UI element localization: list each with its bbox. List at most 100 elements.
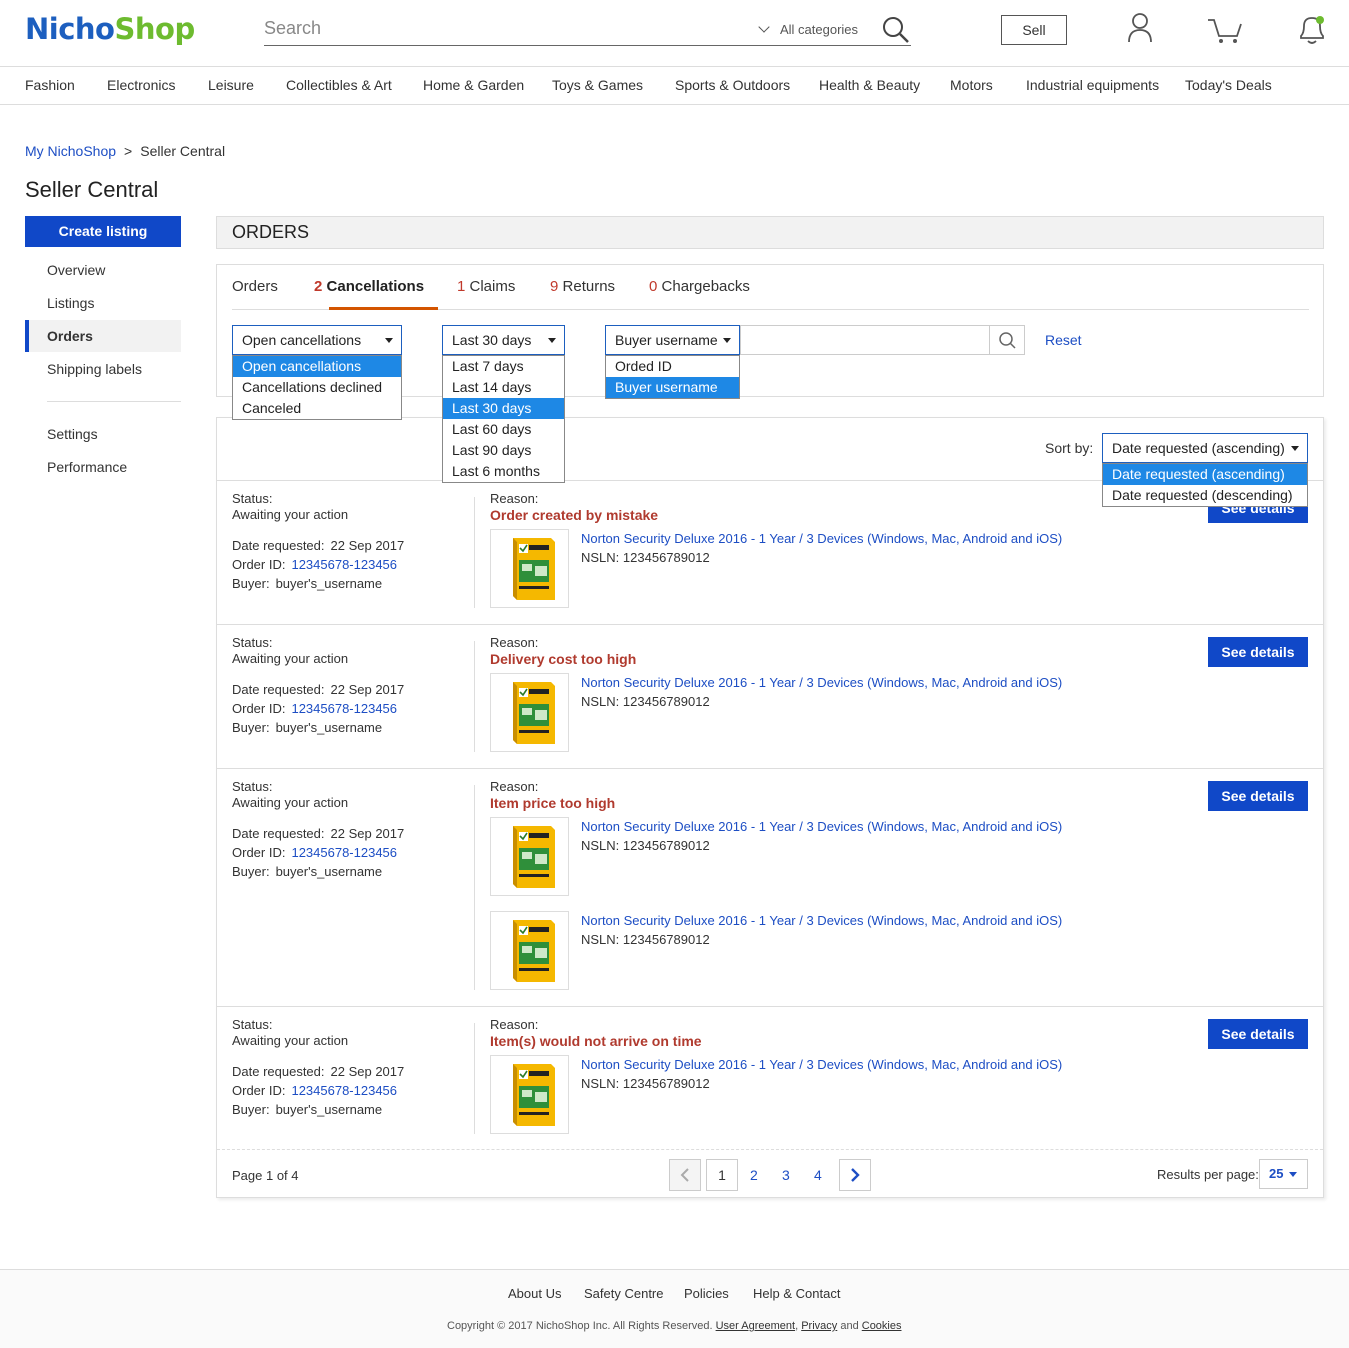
tab-returns[interactable]: 9 Returns xyxy=(550,278,615,295)
cancellation-row: Status: Awaiting your action Date reques… xyxy=(217,1006,1323,1149)
cart-icon[interactable] xyxy=(1206,12,1244,44)
keyword-search-button[interactable] xyxy=(989,325,1025,355)
privacy-link[interactable]: Privacy xyxy=(801,1320,837,1332)
date-requested: Date requested: 22 Sep 2017 xyxy=(232,1064,405,1079)
page-number-current[interactable]: 1 xyxy=(706,1159,738,1191)
product-title-link[interactable]: Norton Security Deluxe 2016 - 1 Year / 3… xyxy=(581,531,1062,546)
order-id-link[interactable]: 12345678-123456 xyxy=(291,557,397,572)
breadcrumb-current: Seller Central xyxy=(140,143,226,159)
category-nav: Fashion Electronics Leisure Collectibles… xyxy=(0,67,1349,105)
prev-page-button[interactable] xyxy=(669,1159,701,1191)
order-id-link[interactable]: 12345678-123456 xyxy=(291,845,397,860)
sidebar-item-overview[interactable]: Overview xyxy=(25,254,181,286)
product-nsln: NSLN: 123456789012 xyxy=(581,550,710,565)
user-agreement-link[interactable]: User Agreement xyxy=(716,1320,795,1332)
page-number[interactable]: 3 xyxy=(782,1167,790,1183)
dropdown-option[interactable]: Last 60 days xyxy=(443,419,564,440)
order-id-link[interactable]: 12345678-123456 xyxy=(291,701,397,716)
norton-box-icon xyxy=(513,826,555,888)
sidebar-item-orders[interactable]: Orders xyxy=(25,320,181,352)
period-select[interactable]: Last 30 days xyxy=(442,325,565,355)
breadcrumb: My NichoShop > Seller Central xyxy=(25,143,225,159)
tab-orders[interactable]: Orders xyxy=(232,278,278,295)
category-link[interactable]: Today's Deals xyxy=(1185,77,1272,93)
dropdown-option[interactable]: Open cancellations xyxy=(233,356,401,377)
product-title-link[interactable]: Norton Security Deluxe 2016 - 1 Year / 3… xyxy=(581,1057,1062,1072)
see-details-button[interactable]: See details xyxy=(1208,781,1308,811)
footer-link-help[interactable]: Help & Contact xyxy=(753,1286,840,1301)
cancellation-type-select[interactable]: Open cancellations xyxy=(232,325,402,355)
create-listing-button[interactable]: Create listing xyxy=(25,216,181,247)
breadcrumb-separator: > xyxy=(124,143,133,159)
dropdown-option[interactable]: Cancellations declined xyxy=(233,377,401,398)
product-thumbnail[interactable] xyxy=(490,817,569,896)
footer-link-about[interactable]: About Us xyxy=(508,1286,561,1301)
dropdown-option[interactable]: Date requested (descending) xyxy=(1103,485,1307,506)
category-link[interactable]: Leisure xyxy=(208,77,254,93)
category-link[interactable]: Collectibles & Art xyxy=(286,77,392,93)
sell-button[interactable]: Sell xyxy=(1001,15,1067,45)
category-link[interactable]: Home & Garden xyxy=(423,77,524,93)
product-thumbnail[interactable] xyxy=(490,911,569,990)
dropdown-option[interactable]: Canceled xyxy=(233,398,401,419)
next-page-button[interactable] xyxy=(839,1159,871,1191)
product-thumbnail[interactable] xyxy=(490,673,569,752)
order-id: Order ID: 12345678-123456 xyxy=(232,701,398,716)
dropdown-option[interactable]: Last 6 months xyxy=(443,461,564,482)
category-link[interactable]: Electronics xyxy=(107,77,175,93)
dropdown-option[interactable]: Last 7 days xyxy=(443,356,564,377)
reset-link[interactable]: Reset xyxy=(1045,332,1082,348)
page-number[interactable]: 4 xyxy=(814,1167,822,1183)
see-details-button[interactable]: See details xyxy=(1208,1019,1308,1049)
category-link[interactable]: Industrial equipments xyxy=(1026,77,1159,93)
category-select[interactable]: All categories xyxy=(758,21,858,37)
product-title-link[interactable]: Norton Security Deluxe 2016 - 1 Year / 3… xyxy=(581,675,1062,690)
dropdown-option[interactable]: Buyer username xyxy=(606,377,739,398)
category-link[interactable]: Health & Beauty xyxy=(819,77,920,93)
tab-chargebacks[interactable]: 0 Chargebacks xyxy=(649,278,750,295)
sort-select[interactable]: Date requested (ascending) xyxy=(1102,433,1308,463)
tab-cancellations[interactable]: 2 Cancellations xyxy=(314,278,424,295)
user-icon[interactable] xyxy=(1126,12,1154,44)
search-input[interactable] xyxy=(264,18,744,39)
order-item: Norton Security Deluxe 2016 - 1 Year / 3… xyxy=(490,1055,1190,1135)
category-link[interactable]: Fashion xyxy=(25,77,75,93)
see-details-button[interactable]: See details xyxy=(1208,637,1308,667)
sidebar-item-shipping-labels[interactable]: Shipping labels xyxy=(25,353,181,385)
site-logo[interactable]: NichoShop xyxy=(25,12,195,46)
tab-claims[interactable]: 1 Claims xyxy=(457,278,515,295)
product-title-link[interactable]: Norton Security Deluxe 2016 - 1 Year / 3… xyxy=(581,819,1062,834)
product-thumbnail[interactable] xyxy=(490,529,569,608)
reason-value: Order created by mistake xyxy=(490,507,659,523)
footer-link-policies[interactable]: Policies xyxy=(684,1286,729,1301)
dropdown-option[interactable]: Last 90 days xyxy=(443,440,564,461)
bell-icon[interactable] xyxy=(1296,12,1328,46)
sidebar-item-listings[interactable]: Listings xyxy=(25,287,181,319)
dropdown-option[interactable]: Last 30 days xyxy=(443,398,564,419)
keyword-input[interactable] xyxy=(740,325,990,355)
product-title-link[interactable]: Norton Security Deluxe 2016 - 1 Year / 3… xyxy=(581,913,1062,928)
dropdown-option[interactable]: Orded ID xyxy=(606,356,739,377)
category-link[interactable]: Toys & Games xyxy=(552,77,643,93)
search-icon[interactable] xyxy=(882,16,910,44)
dropdown-option[interactable]: Date requested (ascending) xyxy=(1103,464,1307,485)
page-number[interactable]: 2 xyxy=(750,1167,758,1183)
caret-down-icon xyxy=(723,338,731,343)
sidebar-item-settings[interactable]: Settings xyxy=(25,418,181,450)
order-item: Norton Security Deluxe 2016 - 1 Year / 3… xyxy=(490,673,1190,753)
column-divider xyxy=(474,497,475,608)
category-link[interactable]: Sports & Outdoors xyxy=(675,77,790,93)
category-link[interactable]: Motors xyxy=(950,77,993,93)
cancellation-row: Status: Awaiting your action Date reques… xyxy=(217,624,1323,768)
reason-label: Reason: xyxy=(490,779,539,794)
copyright: Copyright © 2017 NichoShop Inc. All Righ… xyxy=(447,1320,902,1332)
product-thumbnail[interactable] xyxy=(490,1055,569,1134)
breadcrumb-home-link[interactable]: My NichoShop xyxy=(25,143,116,159)
footer-link-safety[interactable]: Safety Centre xyxy=(584,1286,664,1301)
sidebar-item-performance[interactable]: Performance xyxy=(25,451,181,483)
search-by-select[interactable]: Buyer username xyxy=(605,325,740,355)
order-id-link[interactable]: 12345678-123456 xyxy=(291,1083,397,1098)
dropdown-option[interactable]: Last 14 days xyxy=(443,377,564,398)
cookies-link[interactable]: Cookies xyxy=(862,1320,902,1332)
results-per-page-select[interactable]: 25 xyxy=(1259,1159,1308,1189)
